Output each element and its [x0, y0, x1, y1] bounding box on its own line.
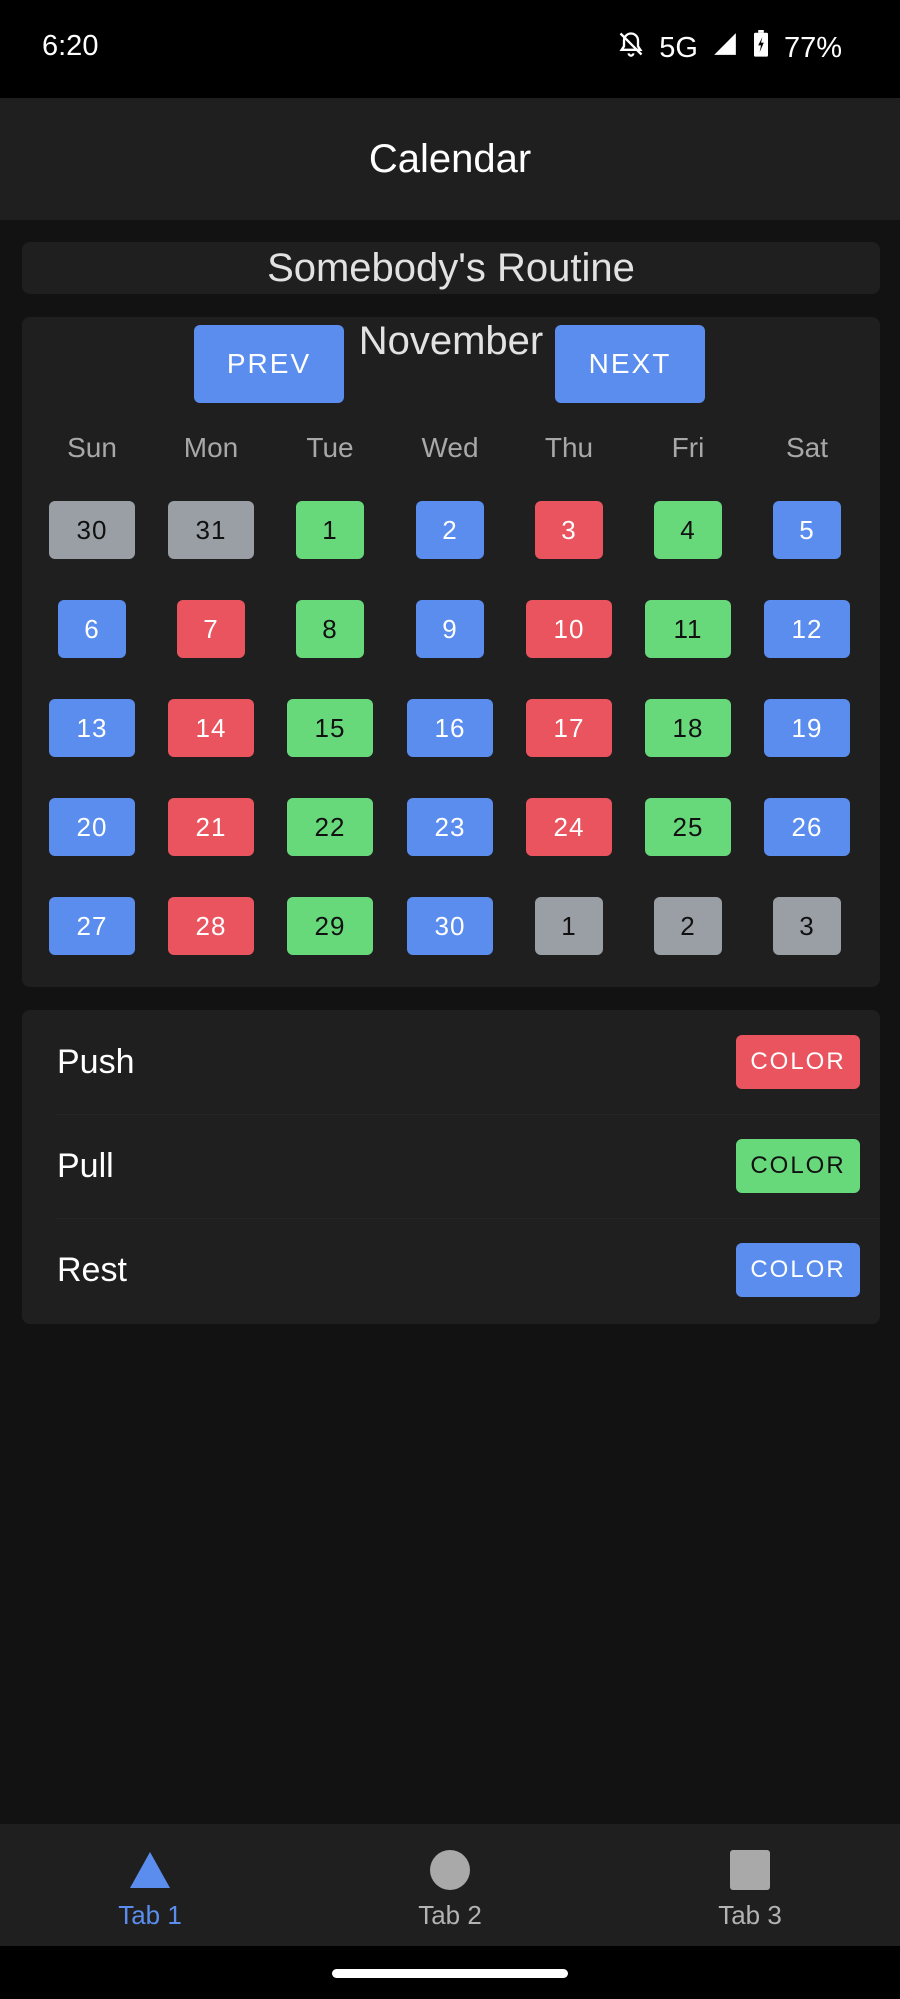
day-cell-out[interactable]: 31 — [168, 501, 254, 559]
legend-row-push: Push COLOR — [57, 1010, 880, 1115]
day-cell-rest[interactable]: 2 — [416, 501, 484, 559]
day-cell-rest[interactable]: 16 — [407, 699, 493, 757]
day-cell-rest[interactable]: 23 — [407, 798, 493, 856]
gesture-bar — [0, 1946, 900, 1999]
legend-label: Push — [57, 1043, 135, 1081]
day-cell-rest[interactable]: 19 — [764, 699, 850, 757]
day-cell-rest[interactable]: 26 — [764, 798, 850, 856]
day-cell-pull[interactable]: 8 — [296, 600, 364, 658]
bell-off-icon — [617, 30, 645, 66]
day-cell-rest[interactable]: 30 — [407, 897, 493, 955]
day-cell-out[interactable]: 1 — [535, 897, 603, 955]
tab-label: Tab 1 — [118, 1900, 182, 1930]
day-cell-rest[interactable]: 27 — [49, 897, 135, 955]
day-cell-push[interactable]: 28 — [168, 897, 254, 955]
day-cell-push[interactable]: 17 — [526, 699, 612, 757]
legend-row-pull: Pull COLOR — [57, 1114, 880, 1219]
day-cell-rest[interactable]: 9 — [416, 600, 484, 658]
day-grid: 30 31 1 2 3 4 5 6 7 8 9 10 11 12 13 14 15 16 17 18 19 20 21 22 2… — [22, 317, 880, 987]
bottom-navigation: Tab 1 Tab 2 Tab 3 — [0, 1824, 900, 1946]
day-cell-push[interactable]: 10 — [526, 600, 612, 658]
tab-label: Tab 3 — [718, 1900, 782, 1930]
tab-3[interactable]: Tab 3 — [600, 1824, 900, 1946]
day-cell-push[interactable]: 7 — [177, 600, 245, 658]
day-cell-pull[interactable]: 25 — [645, 798, 731, 856]
tab-2[interactable]: Tab 2 — [300, 1824, 600, 1946]
legend-row-rest: Rest COLOR — [57, 1218, 880, 1322]
day-cell-pull[interactable]: 11 — [645, 600, 731, 658]
legend-card: Push COLOR Pull COLOR Rest COLOR — [22, 1010, 880, 1324]
color-button-push[interactable]: COLOR — [736, 1035, 860, 1089]
color-button-rest[interactable]: COLOR — [736, 1243, 860, 1297]
day-cell-pull[interactable]: 22 — [287, 798, 373, 856]
day-cell-push[interactable]: 14 — [168, 699, 254, 757]
day-cell-pull[interactable]: 4 — [654, 501, 722, 559]
day-cell-rest[interactable]: 6 — [58, 600, 126, 658]
day-cell-push[interactable]: 3 — [535, 501, 603, 559]
day-cell-pull[interactable]: 18 — [645, 699, 731, 757]
circle-icon — [428, 1848, 472, 1892]
routine-title: Somebody's Routine — [267, 245, 635, 290]
day-cell-push[interactable]: 24 — [526, 798, 612, 856]
color-button-pull[interactable]: COLOR — [736, 1139, 860, 1193]
square-icon — [728, 1848, 772, 1892]
routine-card: Somebody's Routine — [22, 242, 880, 294]
legend-label: Pull — [57, 1147, 114, 1185]
day-cell-rest[interactable]: 20 — [49, 798, 135, 856]
tab-1[interactable]: Tab 1 — [0, 1824, 300, 1946]
app-bar: Calendar — [0, 98, 900, 220]
day-cell-pull[interactable]: 15 — [287, 699, 373, 757]
status-bar: 6:20 5G 77% — [0, 0, 900, 98]
day-cell-rest[interactable]: 13 — [49, 699, 135, 757]
tab-label: Tab 2 — [418, 1900, 482, 1930]
day-cell-pull[interactable]: 1 — [296, 501, 364, 559]
battery-level: 77% — [783, 31, 842, 64]
triangle-icon — [128, 1848, 172, 1892]
day-cell-push[interactable]: 21 — [168, 798, 254, 856]
legend-label: Rest — [57, 1251, 127, 1289]
day-cell-pull[interactable]: 29 — [287, 897, 373, 955]
signal-icon — [712, 31, 738, 65]
network-type: 5G — [659, 31, 698, 64]
calendar-card: November PREV NEXT Sun Mon Tue Wed Thu Fri Sat… — [22, 317, 880, 987]
home-handle[interactable] — [332, 1969, 568, 1978]
battery-charging-icon — [752, 30, 770, 66]
day-cell-out[interactable]: 3 — [773, 897, 841, 955]
status-indicators: 5G 77% — [617, 30, 842, 66]
status-time: 6:20 — [42, 30, 99, 62]
day-cell-rest[interactable]: 12 — [764, 600, 850, 658]
day-cell-out[interactable]: 2 — [654, 897, 722, 955]
day-cell-rest[interactable]: 5 — [773, 501, 841, 559]
day-cell-out[interactable]: 30 — [49, 501, 135, 559]
page-title: Calendar — [368, 136, 532, 181]
